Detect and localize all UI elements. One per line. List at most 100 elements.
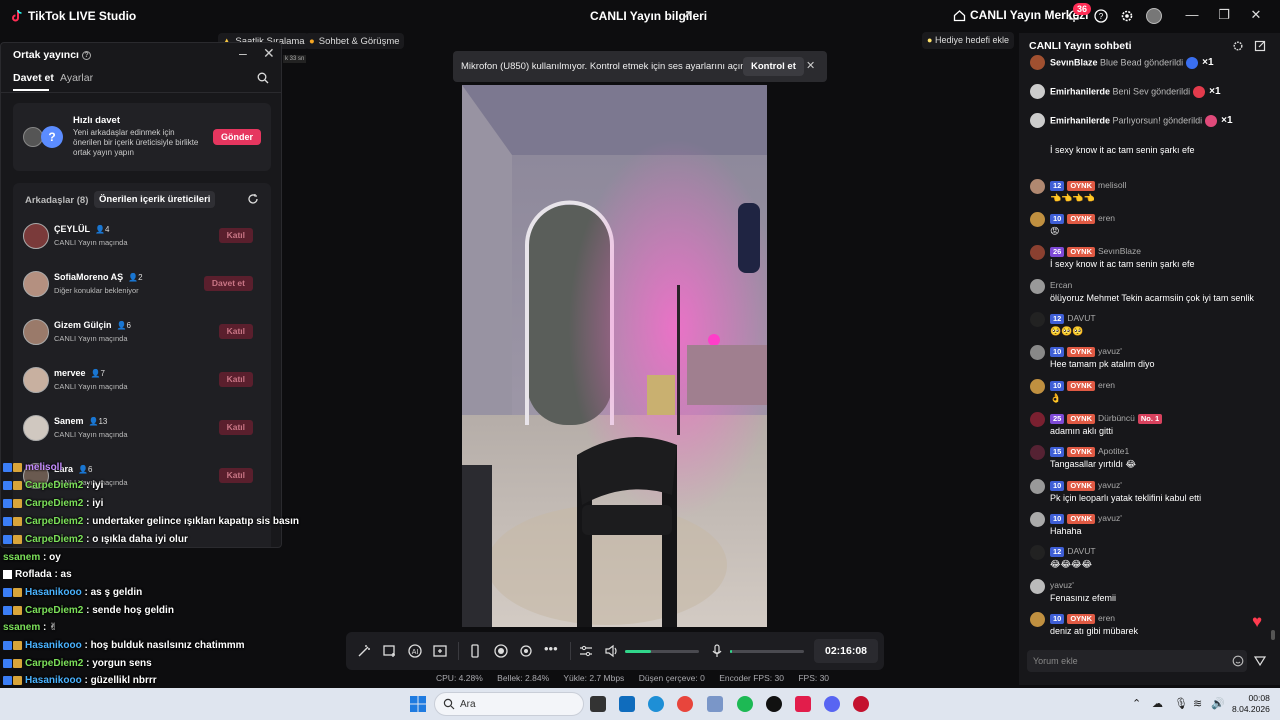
avatar[interactable] bbox=[1030, 445, 1045, 460]
message-user[interactable]: DAVUT bbox=[1067, 313, 1095, 323]
message-user[interactable]: yavuz' bbox=[1098, 513, 1122, 523]
settings-app-icon[interactable] bbox=[707, 696, 723, 712]
avatar[interactable] bbox=[1030, 179, 1045, 194]
friend-name: mervee 👤7 bbox=[54, 368, 105, 378]
level-badge: 10 bbox=[1050, 381, 1065, 391]
message-user[interactable]: eren bbox=[1098, 380, 1115, 390]
join-button[interactable]: Katıl bbox=[218, 324, 253, 339]
message-user[interactable]: yavuz' bbox=[1098, 346, 1122, 356]
emoji-icon[interactable] bbox=[1232, 655, 1244, 667]
avatar[interactable] bbox=[1030, 245, 1045, 260]
avatar[interactable] bbox=[1030, 412, 1045, 427]
avatar[interactable] bbox=[1030, 479, 1045, 494]
share-icon[interactable] bbox=[681, 9, 694, 22]
badge-icon bbox=[13, 534, 22, 544]
task-view-icon[interactable] bbox=[590, 696, 606, 712]
avatar[interactable] bbox=[1030, 379, 1045, 394]
speaker-icon[interactable] bbox=[604, 643, 620, 659]
join-button[interactable]: Katıl bbox=[218, 372, 253, 387]
message-user[interactable]: eren bbox=[1098, 613, 1115, 623]
live-studio-icon[interactable] bbox=[853, 696, 869, 712]
outlook-icon[interactable] bbox=[619, 696, 635, 712]
minimize-icon[interactable]: – bbox=[239, 45, 247, 61]
capcut-icon[interactable] bbox=[766, 696, 782, 712]
comment-input[interactable]: Yorum ekle bbox=[1027, 650, 1247, 672]
chrome-icon[interactable] bbox=[677, 696, 693, 712]
search-icon[interactable] bbox=[257, 72, 269, 84]
minimize-button[interactable]: — bbox=[1185, 8, 1199, 22]
close-icon[interactable]: ✕ bbox=[806, 59, 815, 72]
portrait-mode-icon[interactable] bbox=[467, 643, 483, 659]
windows-start-icon[interactable] bbox=[410, 696, 426, 712]
check-button[interactable]: Kontrol et bbox=[743, 57, 804, 76]
message-user[interactable]: eren bbox=[1098, 213, 1115, 223]
send-invite-button[interactable]: Gönder bbox=[213, 129, 261, 145]
help-icon[interactable]: ? bbox=[81, 50, 91, 60]
send-icon[interactable] bbox=[1254, 655, 1266, 667]
join-button[interactable]: Katıl bbox=[218, 468, 253, 483]
system-clock[interactable]: 00:08 8.04.2026 bbox=[1232, 693, 1270, 715]
refresh-icon[interactable] bbox=[247, 193, 259, 205]
profile-avatar[interactable] bbox=[1146, 8, 1162, 24]
gift-goal-button[interactable]: ● Hediye hedefi ekle bbox=[922, 32, 1015, 49]
close-window-button[interactable]: ✕ bbox=[1249, 8, 1263, 22]
tab-suggested-creators[interactable]: Önerilen içerik üreticileri bbox=[94, 191, 216, 208]
taskbar-search[interactable]: Ara bbox=[434, 692, 584, 716]
tiktok-icon[interactable] bbox=[795, 696, 811, 712]
message-user[interactable]: yavuz' bbox=[1098, 480, 1122, 490]
tab-friends[interactable]: Arkadaşlar (8) bbox=[25, 195, 88, 206]
avatar[interactable] bbox=[1030, 345, 1045, 360]
tab-invite[interactable]: Davet et bbox=[13, 72, 54, 84]
add-source-icon[interactable] bbox=[382, 643, 398, 659]
avatar[interactable] bbox=[1030, 312, 1045, 327]
magic-wand-icon[interactable] bbox=[356, 643, 372, 659]
discord-icon[interactable] bbox=[824, 696, 840, 712]
chat-meet-chip[interactable]: ● Sohbet & Görüşme bbox=[305, 33, 404, 49]
message-user[interactable]: Apotite1 bbox=[1098, 446, 1129, 456]
settings-gear-icon[interactable] bbox=[1119, 8, 1135, 24]
volume-slider[interactable] bbox=[625, 650, 699, 653]
message-user[interactable]: DAVUT bbox=[1067, 546, 1095, 556]
message-user[interactable]: yavuz' bbox=[1050, 580, 1074, 590]
chat-settings-icon[interactable] bbox=[1232, 40, 1244, 52]
live-video-preview[interactable] bbox=[462, 85, 767, 627]
message-user[interactable]: SevınBlaze bbox=[1098, 246, 1141, 256]
quick-invite-desc: Yeni arkadaşlar edinmek için önerilen bi… bbox=[73, 128, 199, 157]
help-icon[interactable]: ? bbox=[1093, 8, 1109, 24]
popout-icon[interactable] bbox=[1254, 40, 1266, 52]
mic-tray-icon[interactable]: 🎙 bbox=[1174, 697, 1188, 710]
more-icon[interactable]: ••• bbox=[544, 642, 560, 659]
scene-icon[interactable] bbox=[432, 643, 448, 659]
avatar[interactable] bbox=[1030, 545, 1045, 560]
camera-effect-icon[interactable] bbox=[518, 643, 534, 659]
chat-scrollbar[interactable] bbox=[1271, 630, 1275, 640]
audio-settings-icon[interactable] bbox=[578, 643, 594, 659]
avatar[interactable] bbox=[1030, 512, 1045, 527]
message-user[interactable]: melisoll bbox=[1098, 180, 1126, 190]
maximize-button[interactable]: ❐ bbox=[1217, 8, 1231, 22]
cloud-icon[interactable]: ☁ bbox=[1152, 697, 1163, 710]
record-icon[interactable] bbox=[493, 643, 509, 659]
join-button[interactable]: Katıl bbox=[218, 420, 253, 435]
close-icon[interactable]: ✕ bbox=[263, 45, 275, 62]
spotify-icon[interactable] bbox=[737, 696, 753, 712]
invite-button[interactable]: Davet et bbox=[203, 276, 253, 291]
encoder-fps-stat: Encoder FPS: 30 bbox=[719, 673, 784, 683]
microphone-icon[interactable] bbox=[709, 643, 725, 659]
avatar[interactable] bbox=[1030, 612, 1045, 627]
tab-settings[interactable]: Ayarlar bbox=[60, 72, 93, 84]
volume-tray-icon[interactable]: 🔊 bbox=[1211, 697, 1225, 710]
ai-icon[interactable]: AI bbox=[407, 643, 423, 659]
edge-icon[interactable] bbox=[648, 696, 664, 712]
wifi-icon[interactable]: ≋ bbox=[1193, 697, 1202, 710]
tray-chevron-icon[interactable]: ⌃ bbox=[1132, 697, 1141, 710]
join-button[interactable]: Katıl bbox=[218, 228, 253, 243]
clock-time: 00:08 bbox=[1248, 693, 1270, 703]
avatar[interactable] bbox=[1030, 579, 1045, 594]
avatar[interactable] bbox=[1030, 279, 1045, 294]
message-header: 15 OYNK Apotite1 bbox=[1050, 446, 1129, 457]
message-user[interactable]: Ercan bbox=[1050, 280, 1072, 290]
avatar[interactable] bbox=[1030, 212, 1045, 227]
mic-level-slider[interactable] bbox=[730, 650, 804, 653]
message-user[interactable]: Dürbüncü bbox=[1098, 413, 1135, 423]
